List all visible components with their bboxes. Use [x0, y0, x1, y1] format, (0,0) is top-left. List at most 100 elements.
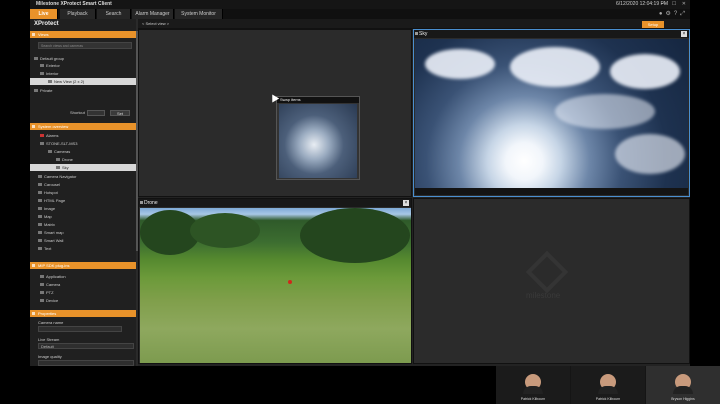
matrix-icon	[38, 223, 42, 227]
title-bar: Milestone XProtect Smart Client 6/12/202…	[30, 0, 690, 9]
views-header[interactable]: Views	[30, 31, 136, 38]
tree-cameras[interactable]: Cameras	[30, 148, 136, 155]
carousel-icon	[38, 183, 42, 187]
system-overview-header[interactable]: System overview	[30, 123, 136, 130]
mip-header[interactable]: MIP SDK plug-ins	[30, 262, 136, 269]
view-toolbar: < Select view > Setup	[138, 19, 690, 29]
cloud-shape	[610, 54, 680, 89]
camera-pane-drone[interactable]: Drone ×	[138, 198, 412, 364]
expand-icon[interactable]: ⤢	[680, 11, 688, 17]
cloud-shape	[425, 49, 495, 79]
tree-new-view[interactable]: New View (2 x 2)	[30, 78, 136, 85]
participant-tile[interactable]: Patrick Kilbourn	[496, 366, 570, 404]
participant-tile[interactable]: Patrick Kilbourn	[571, 366, 645, 404]
tree-text[interactable]: Text	[30, 245, 136, 252]
empty-pane-top-left[interactable]	[138, 29, 412, 197]
tree-default-group[interactable]: Default group	[30, 55, 136, 62]
camera-status-icon	[415, 32, 418, 35]
gear-icon[interactable]: ⚙	[665, 11, 673, 17]
tree-image[interactable]: Image	[30, 205, 136, 212]
image-quality-select[interactable]	[38, 360, 134, 366]
close-icon[interactable]: ×	[681, 31, 687, 37]
watermark-text: milestone	[526, 291, 561, 300]
tree-html-page[interactable]: HTML Page	[30, 197, 136, 204]
tab-live[interactable]: Live	[30, 9, 58, 19]
window-controls[interactable]: — ☐ ✕	[662, 0, 688, 9]
empty-pane-bottom-right[interactable]: milestone	[413, 198, 690, 364]
clock: 6/12/2020 12:04:19 PM	[616, 1, 668, 7]
text-icon	[38, 247, 42, 251]
cloud-shape	[510, 47, 600, 87]
camera-name-field[interactable]	[38, 326, 122, 332]
tree-hotspot[interactable]: Hotspot	[30, 189, 136, 196]
shortcut-input[interactable]	[87, 110, 105, 116]
tree-sky[interactable]: Sky	[30, 164, 136, 171]
tree-ptz[interactable]: PTZ	[30, 289, 136, 296]
swap-items-drag-preview[interactable]: Swap items	[276, 96, 360, 180]
smart-wall-icon	[38, 239, 42, 243]
tree-device[interactable]: Device	[30, 297, 136, 304]
live-stream-label: Live Stream	[38, 337, 60, 342]
pane-header: Drone	[139, 199, 411, 207]
tree-smart-wall[interactable]: Smart Wall	[30, 237, 136, 244]
select-view-dropdown[interactable]: < Select view >	[142, 19, 169, 29]
views-search-input[interactable]: Search views and cameras	[38, 42, 132, 49]
camera-icon	[40, 283, 44, 287]
tree-shape	[190, 213, 260, 248]
tree-interior[interactable]: Interior	[30, 70, 136, 77]
participant-tile[interactable]: Bryson Higgins	[646, 366, 720, 404]
folder-icon	[40, 64, 44, 68]
map-icon	[38, 215, 42, 219]
milestone-logo-icon	[525, 250, 569, 294]
camera-pane-sky[interactable]: Sky ×	[413, 29, 690, 197]
camera-status-icon	[140, 201, 143, 204]
tree-application[interactable]: Application	[30, 273, 136, 280]
live-stream-select[interactable]: Default	[38, 343, 134, 349]
toolbar-icons[interactable]: ●⚙?⤢	[659, 9, 688, 19]
pane-header: Sky	[414, 30, 689, 38]
tab-playback[interactable]: Playback	[60, 9, 96, 19]
tree-alarms[interactable]: Alarms	[30, 132, 136, 139]
pane-title-sky: Sky	[419, 31, 428, 37]
tree-shape	[300, 208, 410, 263]
tree-carousel[interactable]: Carousel	[30, 181, 136, 188]
camera-icon	[56, 166, 60, 170]
tree-smart-map[interactable]: Smart map	[30, 229, 136, 236]
setup-button[interactable]: Setup	[642, 21, 664, 28]
tree-drone[interactable]: Drone	[30, 156, 136, 163]
tab-search[interactable]: Search	[97, 9, 131, 19]
participant-name: Bryson Higgins	[671, 397, 695, 401]
tab-alarm-manager[interactable]: Alarm Manager	[132, 9, 174, 19]
participant-name: Patrick Kilbourn	[595, 397, 621, 401]
smart-map-icon	[38, 231, 42, 235]
camera-icon	[56, 158, 60, 162]
hotspot-icon	[38, 191, 42, 195]
device-icon	[40, 299, 44, 303]
cloud-shape	[555, 94, 655, 129]
properties-header[interactable]: Properties	[30, 310, 136, 317]
image-icon	[38, 207, 42, 211]
swap-thumbnail	[279, 104, 357, 178]
workspace-tabs: Live Playback Search Alarm Manager Syste…	[30, 9, 690, 19]
view-area: Sky × Drone × milestone Swap items	[138, 29, 690, 366]
navigator-icon	[38, 175, 42, 179]
sky-video	[415, 39, 688, 188]
tree-camera-plugin[interactable]: Camera	[30, 281, 136, 288]
tree-private[interactable]: Private	[30, 87, 136, 94]
tree-map[interactable]: Map	[30, 213, 136, 220]
set-button[interactable]: Set	[110, 110, 130, 116]
avatar	[598, 374, 618, 394]
sidebar: XProtect Views Search views and cameras …	[30, 19, 138, 366]
tab-system-monitor[interactable]: System Monitor	[175, 9, 223, 19]
sidebar-title: XProtect	[34, 21, 59, 27]
html-icon	[38, 199, 42, 203]
pane-title-drone: Drone	[144, 200, 158, 206]
close-icon[interactable]: ×	[403, 200, 409, 206]
cloud-shape	[615, 134, 685, 174]
tree-exterior[interactable]: Exterior	[30, 62, 136, 69]
tree-server[interactable]: STONE-SLT-MS3	[30, 140, 136, 147]
app-icon	[40, 275, 44, 279]
tree-matrix[interactable]: Matrix	[30, 221, 136, 228]
ptz-icon	[40, 291, 44, 295]
tree-camera-navigator[interactable]: Camera Navigator	[30, 173, 136, 180]
